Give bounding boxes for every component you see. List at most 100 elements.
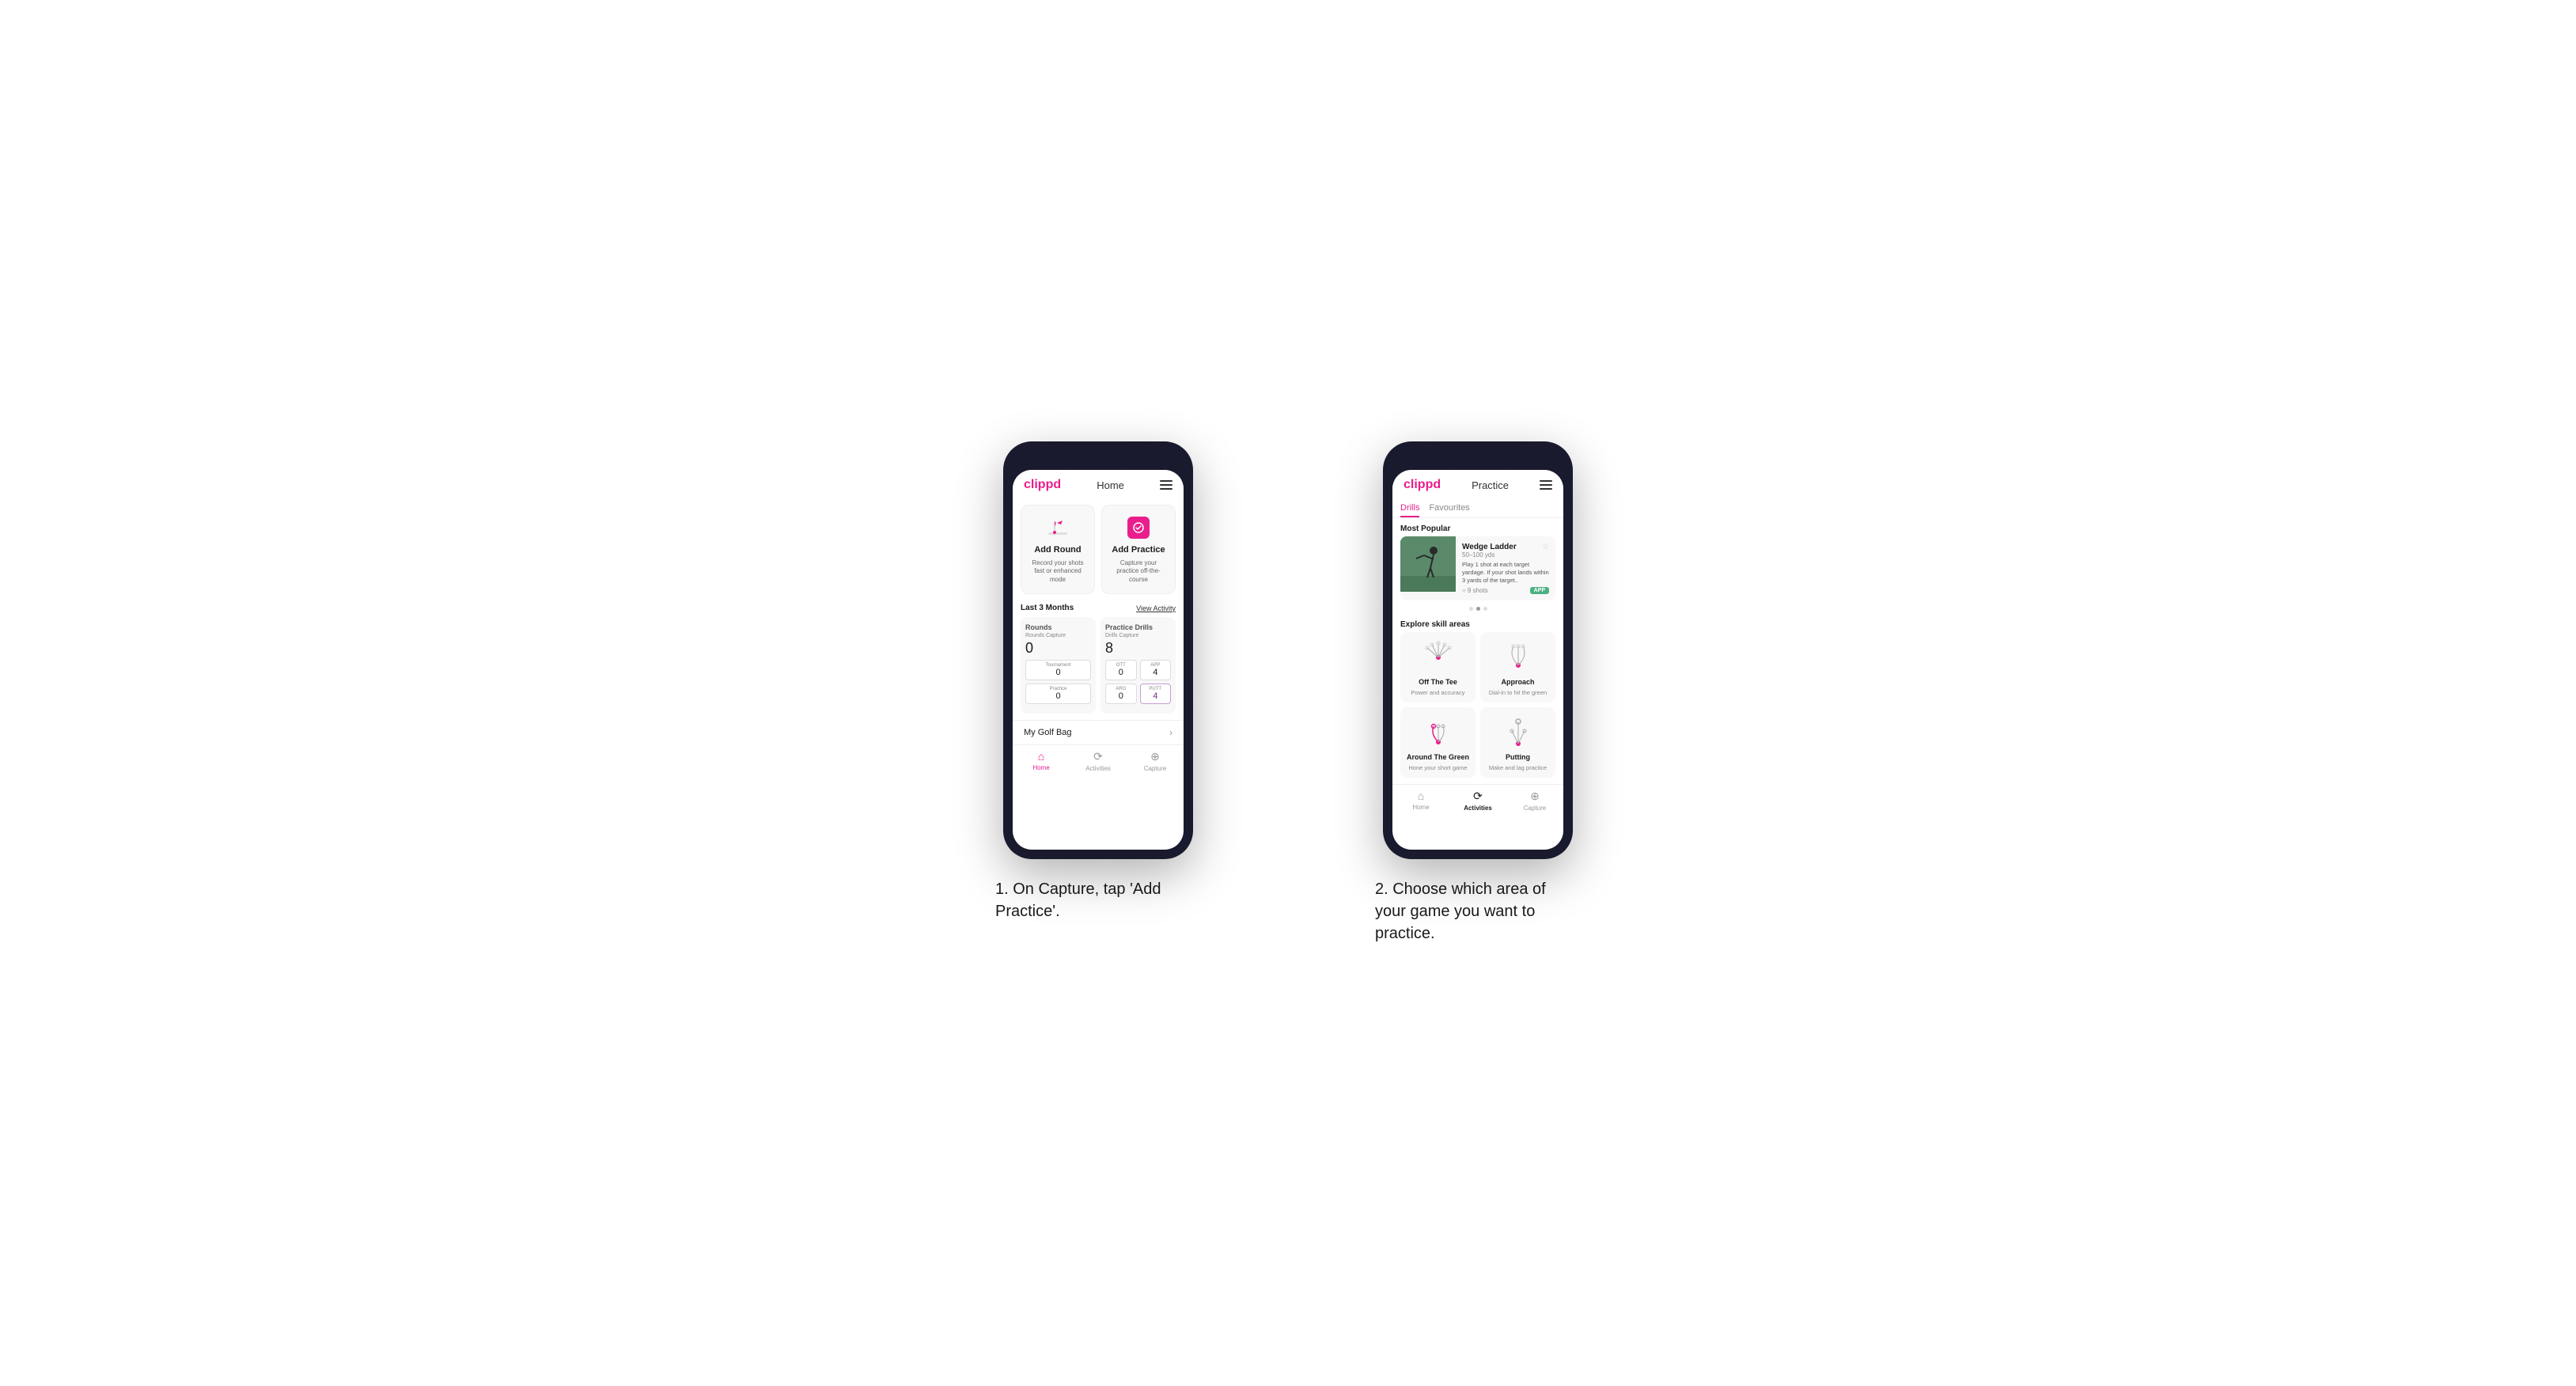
skill-card-atg[interactable]: Around The Green Hone your short game xyxy=(1400,707,1476,778)
drills-label: Practice Drills xyxy=(1105,623,1171,631)
home-icon-2: ⌂ xyxy=(1418,790,1424,802)
golf-bag-row[interactable]: My Golf Bag › xyxy=(1013,720,1184,744)
shots-info: ○ 9 shots xyxy=(1462,587,1488,594)
explore-label: Explore skill areas xyxy=(1392,614,1563,632)
dot-2 xyxy=(1476,607,1480,611)
rounds-label: Rounds xyxy=(1025,623,1091,631)
chevron-right-icon: › xyxy=(1169,727,1172,738)
tournament-box: Tournament 0 xyxy=(1025,660,1091,680)
home-cards: Add Round Record your shots fast or enha… xyxy=(1013,498,1184,600)
app-header-1: clippd Home xyxy=(1013,470,1184,498)
add-practice-title: Add Practice xyxy=(1112,545,1165,555)
logo-1: clippd xyxy=(1024,478,1061,492)
add-round-icon xyxy=(1045,515,1070,540)
dot-1 xyxy=(1469,607,1473,611)
caption-1: 1. On Capture, tap 'Add Practice'. xyxy=(995,878,1201,922)
app-badge: APP xyxy=(1530,587,1549,594)
tab-favourites[interactable]: Favourites xyxy=(1429,503,1469,517)
atg-title: Around The Green xyxy=(1407,753,1469,761)
rounds-value: 0 xyxy=(1025,640,1091,657)
add-practice-icon xyxy=(1126,515,1151,540)
add-practice-desc: Capture your practice off-the-course xyxy=(1108,559,1169,584)
skill-card-approach[interactable]: Approach Dial-in to hit the green xyxy=(1480,632,1555,702)
caption-2: 2. Choose which area of your game you wa… xyxy=(1375,878,1581,945)
activities-icon-2: ⟳ xyxy=(1473,790,1483,803)
approach-desc: Dial-in to hit the green xyxy=(1489,689,1547,696)
phone-2-section: clippd Practice Drills Favourites Most P… xyxy=(1312,441,1644,945)
phone-2-screen: clippd Practice Drills Favourites Most P… xyxy=(1392,470,1563,850)
drills-value: 8 xyxy=(1105,640,1171,657)
featured-title: Wedge Ladder xyxy=(1462,543,1517,551)
nav-home-label-1: Home xyxy=(1032,764,1049,771)
putting-desc: Make and lag practice xyxy=(1489,764,1547,771)
skill-card-putting[interactable]: Putting Make and lag practice xyxy=(1480,707,1555,778)
nav-capture-2[interactable]: ⊕ Capture xyxy=(1506,790,1563,812)
stats-grid: Rounds Rounds Capture 0 Tournament 0 Pra… xyxy=(1013,617,1184,720)
stats-header: Last 3 Months View Activity xyxy=(1013,600,1184,617)
home-icon-1: ⌂ xyxy=(1038,750,1044,763)
phone-notch xyxy=(1066,451,1130,467)
rounds-column: Rounds Rounds Capture 0 Tournament 0 Pra… xyxy=(1021,617,1096,714)
activities-icon-1: ⟳ xyxy=(1093,750,1103,763)
drills-column: Practice Drills Drills Capture 8 OTT 0 A… xyxy=(1100,617,1176,714)
ott-box: OTT 0 xyxy=(1105,660,1137,680)
logo-2: clippd xyxy=(1404,478,1441,492)
nav-home-label-2: Home xyxy=(1412,804,1429,811)
golf-bag-label: My Golf Bag xyxy=(1024,728,1072,737)
add-round-title: Add Round xyxy=(1034,545,1081,555)
app-header-2: clippd Practice xyxy=(1392,470,1563,498)
ott-diagram xyxy=(1421,640,1456,675)
tab-drills[interactable]: Drills xyxy=(1400,503,1419,517)
practice-box: Practice 0 xyxy=(1025,684,1091,704)
menu-icon-1[interactable] xyxy=(1160,480,1172,490)
clock-icon: ○ xyxy=(1462,587,1466,594)
phone-2-frame: clippd Practice Drills Favourites Most P… xyxy=(1383,441,1573,859)
rounds-capture-label: Rounds Capture xyxy=(1025,633,1091,638)
most-popular-label: Most Popular xyxy=(1392,518,1563,536)
ott-app-row: OTT 0 APP 4 xyxy=(1105,660,1171,680)
featured-desc: Play 1 shot at each target yardage. If y… xyxy=(1462,561,1549,584)
skill-grid: Off The Tee Power and accuracy xyxy=(1392,632,1563,784)
page-wrapper: clippd Home xyxy=(932,441,1644,945)
header-title-1: Home xyxy=(1097,479,1124,491)
putting-title: Putting xyxy=(1506,753,1530,761)
tabs-row: Drills Favourites xyxy=(1392,498,1563,518)
atg-diagram xyxy=(1421,715,1456,750)
carousel-dots xyxy=(1392,607,1563,611)
nav-home-1[interactable]: ⌂ Home xyxy=(1013,750,1070,772)
bottom-nav-1: ⌂ Home ⟳ Activities ⊕ Capture xyxy=(1013,744,1184,777)
menu-icon-2[interactable] xyxy=(1540,480,1552,490)
approach-diagram xyxy=(1501,640,1536,675)
featured-subtitle: 50–100 yds xyxy=(1462,551,1549,559)
arg-putt-row: ARG 0 PUTT 4 xyxy=(1105,684,1171,704)
stats-period-label: Last 3 Months xyxy=(1021,604,1074,612)
ott-desc: Power and accuracy xyxy=(1411,689,1465,696)
ott-title: Off The Tee xyxy=(1419,678,1457,686)
putting-diagram xyxy=(1501,715,1536,750)
phone-1-frame: clippd Home xyxy=(1003,441,1193,859)
phone-1-section: clippd Home xyxy=(932,441,1264,922)
header-title-2: Practice xyxy=(1472,479,1509,491)
nav-home-2[interactable]: ⌂ Home xyxy=(1392,790,1449,812)
nav-capture-label-2: Capture xyxy=(1524,805,1546,812)
dot-3 xyxy=(1483,607,1487,611)
arg-box: ARG 0 xyxy=(1105,684,1137,704)
nav-activities-label-1: Activities xyxy=(1085,765,1111,772)
featured-footer: ○ 9 shots APP xyxy=(1462,587,1549,594)
capture-icon-2: ⊕ xyxy=(1530,790,1540,803)
add-round-card[interactable]: Add Round Record your shots fast or enha… xyxy=(1021,505,1095,594)
nav-activities-1[interactable]: ⟳ Activities xyxy=(1070,750,1127,772)
featured-card[interactable]: Wedge Ladder ☆ 50–100 yds Play 1 shot at… xyxy=(1400,536,1555,600)
add-practice-card[interactable]: Add Practice Capture your practice off-t… xyxy=(1101,505,1176,594)
nav-activities-2[interactable]: ⟳ Activities xyxy=(1449,790,1506,812)
add-round-desc: Record your shots fast or enhanced mode xyxy=(1028,559,1088,584)
nav-capture-1[interactable]: ⊕ Capture xyxy=(1127,750,1184,772)
phone-1-screen: clippd Home xyxy=(1013,470,1184,850)
skill-card-ott[interactable]: Off The Tee Power and accuracy xyxy=(1400,632,1476,702)
approach-title: Approach xyxy=(1501,678,1534,686)
phone-2-notch xyxy=(1446,451,1510,467)
view-activity-link[interactable]: View Activity xyxy=(1136,604,1176,612)
nav-capture-label-1: Capture xyxy=(1144,765,1166,772)
featured-img xyxy=(1400,536,1456,592)
drills-capture-label: Drills Capture xyxy=(1105,633,1171,638)
